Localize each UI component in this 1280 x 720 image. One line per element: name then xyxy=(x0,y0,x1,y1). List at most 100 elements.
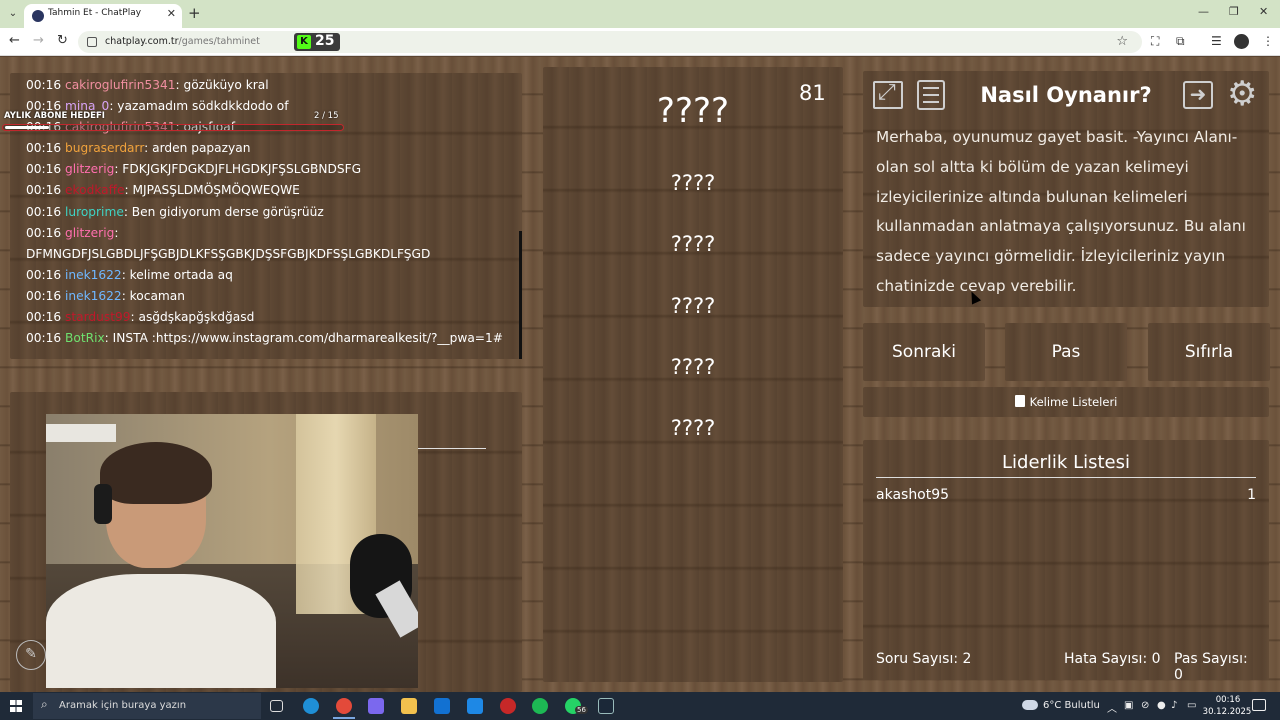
chat-text: : Ben gidiyorum derse görüşrüüz xyxy=(123,204,324,219)
hidden-word-4: ???? xyxy=(670,355,716,379)
streamer-area: ✎ xyxy=(10,392,522,692)
chat-username[interactable]: ekodkaffe xyxy=(65,183,125,197)
whatsapp-badge: 56 xyxy=(575,706,588,714)
new-tab-plus-icon[interactable]: + xyxy=(188,4,201,22)
chat-username[interactable]: cakiroglufirin5341 xyxy=(65,78,175,92)
steam-icon[interactable] xyxy=(598,698,614,714)
tray-app-icon[interactable]: ▣ xyxy=(1124,700,1133,711)
leaderboard-divider xyxy=(876,477,1256,478)
chrome-browser-icon[interactable] xyxy=(336,698,352,714)
chat-message: 00:16 inek1622: kocaman xyxy=(26,286,522,307)
chat-message: DFMNGDFJSLGBDLJFŞGBJDLKFSŞGBKJDŞSFGBJKDF… xyxy=(26,244,522,265)
kick-extension-badge[interactable]: K 25 xyxy=(294,33,340,51)
chat-timestamp: 00:16 xyxy=(26,141,62,156)
chat-username[interactable]: inek1622 xyxy=(65,289,122,303)
next-button[interactable]: Sonraki xyxy=(863,323,985,381)
taskbar-search-box[interactable]: ⌕ Aramak için buraya yazın xyxy=(33,693,261,719)
word-lists-inner: Kelime Listeleri xyxy=(863,387,1269,417)
tray-mic-icon[interactable]: ● xyxy=(1157,700,1166,711)
browser-tab[interactable]: Tahmin Et - ChatPlay ✕ xyxy=(24,4,182,28)
tab-search-chevron-icon[interactable]: ⌄ xyxy=(4,5,22,23)
pencil-edit-icon[interactable]: ✎ xyxy=(16,640,46,670)
chat-message: 00:16 BotRix: INSTA :https://www.instagr… xyxy=(26,328,522,349)
pass-button[interactable]: Pas xyxy=(1005,323,1127,381)
word-lists-label: Kelime Listeleri xyxy=(1029,395,1118,409)
menu-kebab-icon[interactable]: ⋮ xyxy=(1262,34,1274,48)
chatplay-favicon-icon xyxy=(32,10,44,22)
network-icon[interactable]: ▭ xyxy=(1187,700,1196,711)
logout-icon[interactable]: ➜ xyxy=(1183,81,1213,109)
minimize-icon[interactable]: — xyxy=(1198,5,1209,18)
leaderboard-title: Liderlik Listesi xyxy=(1002,452,1130,473)
taskbar-search-placeholder: Aramak için buraya yazın xyxy=(59,700,187,711)
chat-message: 00:16 luroprime: Ben gidiyorum derse gör… xyxy=(26,202,522,223)
webcam-feed xyxy=(46,414,418,688)
extensions-puzzle-icon[interactable]: ⧉ xyxy=(1176,34,1185,49)
how-to-play-panel: Nasıl Oynanır? ➜ ⚙ Merhaba, oyunumuz gay… xyxy=(863,71,1269,307)
chat-text: : gözüküyo kral xyxy=(175,78,269,92)
edge-browser-icon[interactable] xyxy=(303,698,319,714)
weather-text[interactable]: 6°C Bulutlu xyxy=(1043,700,1100,711)
file-explorer-icon[interactable] xyxy=(401,698,417,714)
windows-start-icon[interactable] xyxy=(10,700,22,712)
chat-username[interactable]: glitzerig xyxy=(65,226,114,240)
chat-username[interactable]: BotRix xyxy=(65,331,105,345)
outlook-icon[interactable] xyxy=(434,698,450,714)
settings-gear-icon[interactable]: ⚙ xyxy=(1227,76,1257,112)
clock-time[interactable]: 00:16 xyxy=(1208,695,1248,705)
search-icon: ⌕ xyxy=(41,697,48,711)
chat-text: DFMNGDFJSLGBDLJFŞGBJDLKFSŞGBKJDŞSFGBJKDF… xyxy=(26,246,431,261)
tray-chevron-icon[interactable]: ︿ xyxy=(1107,700,1117,715)
chat-username[interactable]: glitzerig xyxy=(65,162,114,176)
profile-avatar-icon[interactable] xyxy=(1234,34,1249,49)
chat-text: : MJPASŞLDMÖŞMÖQWEQWE xyxy=(124,183,300,198)
volume-icon[interactable]: ♪ xyxy=(1171,700,1177,711)
bookmark-star-icon[interactable]: ☆ xyxy=(1116,34,1128,49)
task-view-icon[interactable] xyxy=(270,700,283,712)
chat-text: : INSTA :https://www.instagram.com/dharm… xyxy=(104,331,503,346)
tray-camera-off-icon[interactable]: ⊘ xyxy=(1141,700,1149,711)
chat-scrollbar[interactable] xyxy=(519,231,522,359)
site-info-icon[interactable] xyxy=(87,37,97,47)
sub-goal-count: 2 / 15 xyxy=(314,111,339,121)
chat-message: 00:16 inek1622: kelime ortada aq xyxy=(26,265,522,286)
close-window-icon[interactable]: ✕ xyxy=(1259,5,1268,18)
browser-toolbar: ← → ↻ chatplay.com.tr/games/tahminet K 2… xyxy=(0,28,1280,56)
reset-button[interactable]: Sıfırla xyxy=(1148,323,1270,381)
address-bar[interactable]: chatplay.com.tr/games/tahminet K 25 ☆ xyxy=(78,31,1142,53)
hidden-word-5: ???? xyxy=(670,416,716,440)
chat-username[interactable]: stardust99 xyxy=(65,310,131,324)
question-count: Soru Sayısı: 2 xyxy=(876,651,972,667)
restore-icon[interactable]: ❐ xyxy=(1229,5,1239,18)
chat-username[interactable]: luroprime xyxy=(65,205,124,219)
url-text[interactable]: chatplay.com.tr/games/tahminet xyxy=(105,36,260,47)
notification-center-icon[interactable] xyxy=(1252,699,1266,711)
chat-timestamp: 00:16 xyxy=(26,225,62,240)
copilot-icon[interactable] xyxy=(368,698,384,714)
main-word: ???? xyxy=(656,91,730,131)
word-lists-button[interactable]: Kelime Listeleri xyxy=(863,387,1269,417)
chat-username[interactable]: bugraserdarr xyxy=(65,141,144,155)
word-column: 81 ???? ???? ???? ???? ???? ???? xyxy=(543,67,843,682)
tab-title: Tahmin Et - ChatPlay xyxy=(48,8,142,18)
tab-close-icon[interactable]: ✕ xyxy=(167,7,176,20)
back-arrow-icon[interactable]: ← xyxy=(9,33,20,48)
clock-date[interactable]: 30.12.2025 xyxy=(1201,707,1253,717)
forward-arrow-icon[interactable]: → xyxy=(33,33,44,48)
chat-timestamp: 00:16 xyxy=(26,331,62,346)
hidden-word-1: ???? xyxy=(670,171,716,195)
spotify-icon[interactable] xyxy=(532,698,548,714)
screenshot-icon[interactable]: ⛶ xyxy=(1151,34,1159,49)
chat-timestamp: 00:16 xyxy=(26,204,62,219)
chat-message: 00:16 cakiroglufirin5341: gözüküyo kral xyxy=(26,75,522,96)
opera-gx-icon[interactable] xyxy=(500,698,516,714)
hidden-word-2: ???? xyxy=(670,232,716,256)
chat-timestamp: 00:16 xyxy=(26,78,62,92)
cloud-weather-icon[interactable] xyxy=(1022,700,1038,710)
media-control-icon[interactable]: ☰ xyxy=(1211,34,1222,48)
chat-username[interactable]: inek1622 xyxy=(65,268,122,282)
microsoft-store-icon[interactable] xyxy=(467,698,483,714)
sub-goal-progress-bar xyxy=(2,124,344,131)
reload-icon[interactable]: ↻ xyxy=(57,33,68,48)
leaderboard-panel: Liderlik Listesi akashot95 1 Soru Sayısı… xyxy=(863,440,1269,683)
